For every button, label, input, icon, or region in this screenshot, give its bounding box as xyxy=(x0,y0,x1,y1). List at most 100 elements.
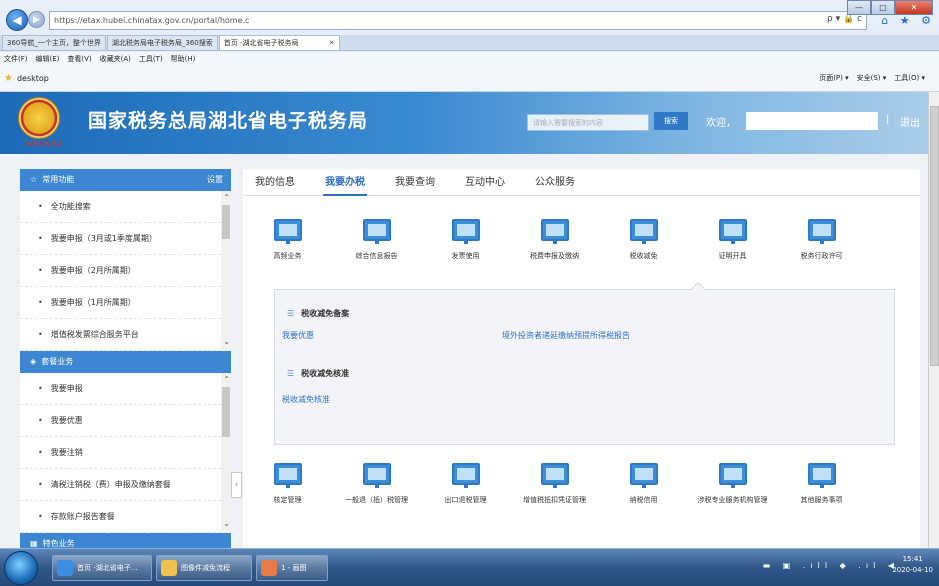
service-tile[interactable]: 纳税信用 xyxy=(599,463,688,505)
address-bar[interactable]: https://etax.hubei.chinatax.gov.cn/porta… xyxy=(49,11,867,30)
tab-my-info[interactable]: 我的信息 xyxy=(255,169,295,195)
scroll-thumb[interactable] xyxy=(222,205,230,239)
sidebar-item[interactable]: 清税注销税（费）申报及缴纳套餐 xyxy=(20,469,231,501)
tools-menu[interactable]: 工具(O) ▾ xyxy=(894,73,925,83)
taskbar-item-browser[interactable]: 首页 -湖北省电子... xyxy=(52,555,152,581)
favorites-bar: ★ desktop 页面(P) ▾ 安全(S) ▾ 工具(O) ▾ xyxy=(0,66,939,92)
service-tile[interactable]: 出口退税管理 xyxy=(421,463,510,505)
close-window-button[interactable]: ✕ xyxy=(895,0,933,15)
tab-interaction[interactable]: 互动中心 xyxy=(465,169,505,195)
favorites-star-icon[interactable]: ★ xyxy=(4,73,13,84)
sidebar-section-common[interactable]: ☆ 常用功能 设置 xyxy=(20,169,231,191)
service-tile[interactable]: 涉税专业服务机构管理 xyxy=(688,463,777,505)
back-button[interactable]: ◀ xyxy=(6,9,28,31)
settings-link[interactable]: 设置 xyxy=(207,169,223,191)
forward-button[interactable]: ▶ xyxy=(28,11,45,28)
clock[interactable]: 15:41 2020-04-10 xyxy=(892,554,933,576)
sidebar-section-package[interactable]: ◈ 套餐业务 xyxy=(20,351,231,373)
tab-close-icon[interactable]: ✕ xyxy=(329,39,335,47)
scroll-up-icon[interactable]: ⌃ xyxy=(223,193,230,202)
scroll-thumb[interactable] xyxy=(222,387,230,437)
service-tile[interactable]: 综合信息报告 xyxy=(332,219,421,261)
service-tile[interactable]: 税务行政许可 xyxy=(777,219,866,261)
sidebar-item[interactable]: 我要优惠 xyxy=(20,405,231,437)
taskbar: 首页 -湖北省电子... 图像件减免流程 1 - 画图 ▬ ▣ .ıll ◆ .… xyxy=(0,548,939,586)
service-tile[interactable]: 证明开具 xyxy=(688,219,777,261)
service-tile[interactable]: 核定管理 xyxy=(243,463,332,505)
service-tile[interactable]: 发票使用 xyxy=(421,219,510,261)
safety-menu[interactable]: 安全(S) ▾ xyxy=(857,73,887,83)
browser-tab[interactable]: 湖北税务局电子税务局_360搜索 xyxy=(106,35,218,50)
scroll-down-icon[interactable]: ⌄ xyxy=(223,519,230,528)
service-tile-selected[interactable]: 税收减免 xyxy=(599,219,688,261)
tax-relief-panel: 税收减免备案 我要优惠 境外投资者递延缴纳预提所得税报告 税收减免核准 税收减免… xyxy=(274,281,895,445)
taskbar-item-folder[interactable]: 图像件减免流程 xyxy=(156,555,252,581)
link-overseas-report[interactable]: 境外投资者递延缴纳预提所得税报告 xyxy=(502,330,630,341)
tab-public-service[interactable]: 公众服务 xyxy=(535,169,575,195)
sidebar-item[interactable]: 我要申报（3月或1季度属期） xyxy=(20,223,231,255)
minimize-button[interactable]: — xyxy=(847,0,871,15)
tab-label: 360导航_一个主页，整个世界 xyxy=(7,39,101,47)
sidebar-item[interactable]: 我要注销 xyxy=(20,437,231,469)
sidebar-item[interactable]: 全功能搜索 xyxy=(20,191,231,223)
service-tile[interactable]: 一般退（抵）税管理 xyxy=(332,463,421,505)
sidebar-item[interactable]: 我要申报（1月所属期） xyxy=(20,287,231,319)
link-preferential[interactable]: 我要优惠 xyxy=(282,330,314,341)
link-relief-approval[interactable]: 税收减免核准 xyxy=(282,394,330,405)
tab-query[interactable]: 我要查询 xyxy=(395,169,435,195)
service-label: 证明开具 xyxy=(718,252,747,260)
sidebar-item[interactable]: 我要申报 xyxy=(20,373,231,405)
star-icon: ☆ xyxy=(30,175,38,184)
page-scrollbar[interactable] xyxy=(928,92,939,548)
menu-favorites[interactable]: 收藏夹(A) xyxy=(100,54,131,64)
menu-help[interactable]: 帮助(H) xyxy=(171,54,196,64)
service-row-1: 高频业务 综合信息报告 发票使用 税费申报及缴纳 税收减免 证明开具 税务行政许… xyxy=(243,219,920,261)
menu-view[interactable]: 查看(V) xyxy=(67,54,91,64)
system-tray-icon[interactable]: ▬ ▣ .ıll ◆ .ıl ◀ xyxy=(763,561,899,570)
monitor-icon xyxy=(807,219,836,244)
service-tile[interactable]: 税费申报及缴纳 xyxy=(510,219,599,261)
page-menu[interactable]: 页面(P) ▾ xyxy=(819,73,848,83)
scroll-up-icon[interactable]: ⌃ xyxy=(223,375,230,384)
site-title: 国家税务总局湖北省电子税务局 xyxy=(88,110,369,132)
sidebar-scrollbar[interactable] xyxy=(221,373,231,533)
favorite-desktop[interactable]: desktop xyxy=(17,74,49,83)
scroll-down-icon[interactable]: ⌄ xyxy=(223,337,230,346)
home-star-gear-icon[interactable]: ⌂ ★ ⚙ xyxy=(881,14,935,27)
menu-file[interactable]: 文件(F) xyxy=(4,54,28,64)
browser-tab[interactable]: 360导航_一个主页，整个世界 xyxy=(2,35,106,50)
monitor-icon xyxy=(362,463,391,488)
folder-icon xyxy=(161,560,177,576)
tab-do-tax[interactable]: 我要办税 xyxy=(323,169,367,196)
start-button[interactable] xyxy=(4,551,38,585)
package-list: 我要申报 我要优惠 我要注销 清税注销税（费）申报及缴纳套餐 存款账户报告套餐 … xyxy=(20,373,231,533)
monitor-icon xyxy=(273,463,302,488)
service-tile[interactable]: 其他服务事项 xyxy=(777,463,866,505)
tab-strip: 360导航_一个主页，整个世界 湖北税务局电子税务局_360搜索 首页 -湖北省… xyxy=(0,35,939,51)
service-row-2: 核定管理 一般退（抵）税管理 出口退税管理 增值税抵扣凭证管理 纳税信用 涉税专… xyxy=(243,463,920,505)
task-label: 图像件减免流程 xyxy=(181,564,230,572)
service-label: 涉税专业服务机构管理 xyxy=(697,496,768,504)
search-input[interactable]: 请输入需要搜索的内容 xyxy=(527,114,649,131)
browser-tab-active[interactable]: 首页 -湖北省电子税务局 ✕ xyxy=(218,35,340,50)
task-label: 1 - 画图 xyxy=(281,564,307,572)
maximize-button[interactable]: □ xyxy=(871,0,895,15)
menu-edit[interactable]: 编辑(E) xyxy=(36,54,60,64)
page-scroll-thumb[interactable] xyxy=(930,106,939,366)
address-tools-icon[interactable]: ρ ▾ 🔒 c xyxy=(827,14,862,24)
search-button[interactable]: 搜索 xyxy=(654,112,688,130)
menu-tools[interactable]: 工具(T) xyxy=(139,54,163,64)
service-tile[interactable]: 高频业务 xyxy=(243,219,332,261)
sidebar-item[interactable]: 我要申报（2月所属期） xyxy=(20,255,231,287)
sidebar-section-special[interactable]: ▦ 特色业务 xyxy=(20,533,231,548)
sidebar-item[interactable]: 存款账户报告套餐 xyxy=(20,501,231,533)
collapse-sidebar-icon[interactable]: ‹ xyxy=(231,472,242,498)
service-tile[interactable]: 增值税抵扣凭证管理 xyxy=(510,463,599,505)
sidebar-scrollbar[interactable] xyxy=(221,191,231,351)
logout-link[interactable]: 退出 xyxy=(900,114,920,129)
sidebar-item[interactable]: 增值税发票综合服务平台 xyxy=(20,319,231,351)
grid-icon: ▦ xyxy=(30,539,38,548)
monitor-icon xyxy=(362,219,391,244)
url-text: https://etax.hubei.chinatax.gov.cn/porta… xyxy=(54,16,250,25)
taskbar-item-paint[interactable]: 1 - 画图 xyxy=(256,555,328,581)
